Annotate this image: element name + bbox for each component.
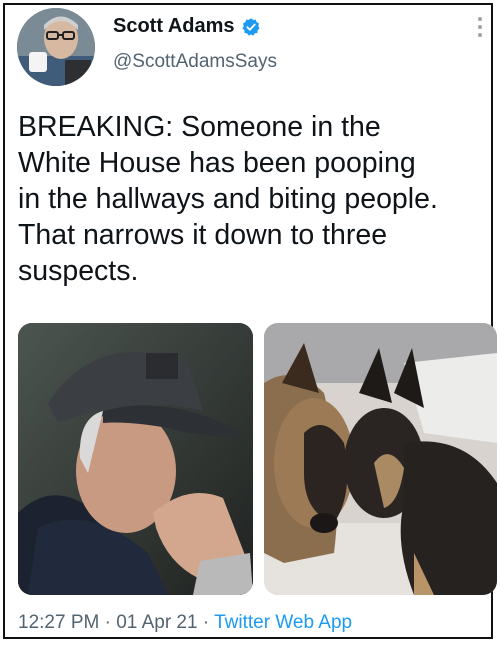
tweet-text: BREAKING: Someone in the White House has…: [18, 111, 438, 287]
username-handle[interactable]: @ScottAdamsSays: [113, 51, 277, 73]
display-name[interactable]: Scott Adams: [113, 15, 235, 38]
more-options-icon[interactable]: [477, 17, 483, 37]
author-row: Scott Adams: [113, 15, 261, 38]
tweet-time[interactable]: 12:27 PM: [18, 612, 99, 633]
photo-man-in-cap[interactable]: [18, 323, 253, 595]
verified-badge-icon: [241, 17, 260, 36]
avatar[interactable]: [17, 8, 95, 86]
tweet-metadata: 12:27 PM · 01 Apr 21 · Twitter Web App: [18, 612, 352, 634]
separator-dot: ·: [104, 612, 111, 633]
tweet-date[interactable]: 01 Apr 21: [116, 612, 197, 633]
separator-dot: ·: [202, 612, 210, 633]
tweet-card: Scott Adams @ScottAdamsSays BREAKING: So…: [3, 3, 497, 639]
photo-two-german-shepherd-dogs[interactable]: [264, 323, 497, 595]
source-app-link[interactable]: Twitter Web App: [214, 612, 352, 633]
